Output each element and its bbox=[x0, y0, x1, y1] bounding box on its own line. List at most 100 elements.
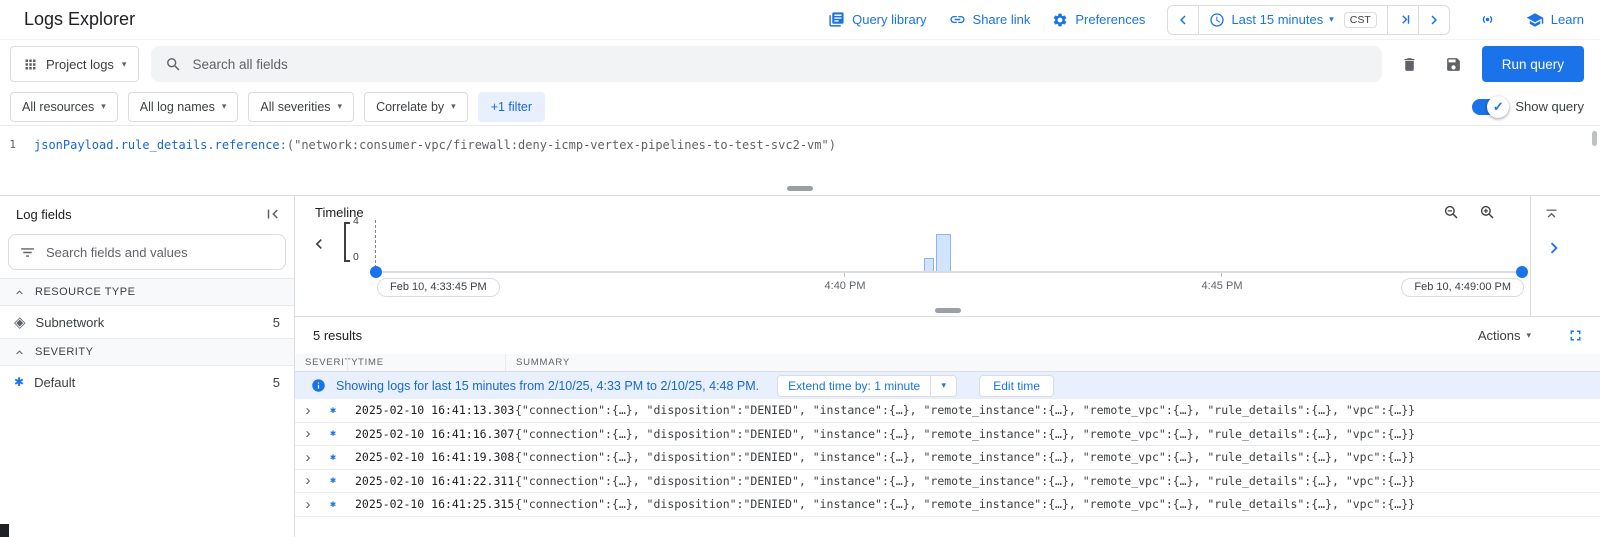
editor-scrollbar[interactable] bbox=[1592, 131, 1597, 146]
time-back-button[interactable] bbox=[1168, 5, 1198, 35]
log-fields-search[interactable] bbox=[8, 234, 286, 270]
table-row[interactable]: › ✱ 2025-02-10 16:41:16.307 {"connection… bbox=[295, 423, 1600, 447]
list-item-default-severity[interactable]: ✱ Default 5 bbox=[0, 366, 294, 398]
item-label: Subnetwork bbox=[36, 315, 105, 330]
collapse-timeline-icon[interactable] bbox=[1543, 206, 1560, 223]
range-start-pill[interactable]: Feb 10, 4:33:45 PM bbox=[377, 278, 500, 297]
scroll-corner bbox=[0, 524, 9, 537]
chevron-right-icon bbox=[1425, 11, 1443, 29]
timeline-side-controls bbox=[1530, 196, 1600, 316]
jump-to-now-button[interactable] bbox=[1388, 5, 1418, 35]
expand-row-icon[interactable]: › bbox=[295, 472, 321, 489]
column-severity: SEVERITY bbox=[295, 357, 347, 368]
extend-time-caret[interactable]: ▾ bbox=[930, 376, 956, 396]
query-field: jsonPayload.rule_details.reference bbox=[34, 138, 280, 152]
top-bar-actions: Query library Share link Preferences Las… bbox=[828, 4, 1584, 36]
table-row[interactable]: › ✱ 2025-02-10 16:41:22.311 {"connection… bbox=[295, 470, 1600, 494]
filter-resources[interactable]: All resources▾ bbox=[10, 92, 118, 122]
log-summary: {"connection":{…}, "disposition":"DENIED… bbox=[515, 497, 1600, 511]
table-row[interactable]: › ✱ 2025-02-10 16:41:19.308 {"connection… bbox=[295, 446, 1600, 470]
range-start-handle[interactable] bbox=[370, 266, 382, 278]
collapse-panel-icon[interactable] bbox=[264, 205, 282, 223]
extend-time-button[interactable]: Extend time by: 1 minute ▾ bbox=[777, 375, 957, 397]
graduation-cap-icon bbox=[1526, 11, 1544, 29]
broadcast-icon bbox=[1478, 10, 1497, 29]
time-range-banner: Showing logs for last 15 minutes from 2/… bbox=[295, 372, 1600, 399]
list-item-subnetwork[interactable]: ◈ Subnetwork 5 bbox=[0, 306, 294, 338]
show-query-toggle[interactable]: ✓ bbox=[1472, 99, 1506, 115]
timeline-baseline[interactable] bbox=[375, 271, 1522, 273]
log-scope-button[interactable]: Project logs ▾ bbox=[10, 46, 139, 82]
search-all-fields[interactable] bbox=[151, 46, 1381, 82]
actions-dropdown[interactable]: Actions ▾ bbox=[1478, 328, 1531, 343]
section-severity[interactable]: SEVERITY bbox=[0, 338, 294, 366]
timeline-scroll-right[interactable] bbox=[1543, 237, 1565, 259]
histogram-bar[interactable] bbox=[924, 258, 934, 271]
query-editor[interactable]: 1 jsonPayload.rule_details.reference:("n… bbox=[0, 125, 1600, 196]
run-query-button[interactable]: Run query bbox=[1482, 46, 1584, 82]
table-row[interactable]: › ✱ 2025-02-10 16:41:25.315 {"connection… bbox=[295, 493, 1600, 517]
range-end-handle[interactable] bbox=[1516, 266, 1528, 278]
caret-down-icon: ▾ bbox=[338, 102, 343, 111]
filter-correlate[interactable]: Correlate by▾ bbox=[364, 92, 468, 122]
extra-filter-chip[interactable]: +1 filter bbox=[478, 92, 545, 122]
timezone-badge[interactable]: CST bbox=[1344, 12, 1377, 28]
gear-icon bbox=[1052, 12, 1068, 28]
section-resource-type-label: RESOURCE TYPE bbox=[35, 286, 135, 298]
filter-log-names[interactable]: All log names▾ bbox=[128, 92, 239, 122]
timeline-resize-handle[interactable] bbox=[935, 308, 961, 313]
query-library-button[interactable]: Query library bbox=[828, 11, 926, 28]
range-end-pill[interactable]: Feb 10, 4:49:00 PM bbox=[1401, 278, 1524, 297]
timeline-scroll-left[interactable] bbox=[309, 234, 329, 257]
time-range-dropdown[interactable]: Last 15 minutes ▾ CST bbox=[1199, 12, 1386, 28]
fullscreen-icon[interactable] bbox=[1567, 327, 1584, 344]
filter-correlate-label: Correlate by bbox=[376, 100, 444, 114]
zoom-in-icon[interactable] bbox=[1478, 203, 1496, 221]
results-panel: 5 results Actions ▾ SEVERITY TIME SUMMAR… bbox=[295, 317, 1600, 537]
query-value: :("network:consumer-vpc/firewall:deny-ic… bbox=[280, 138, 836, 152]
delete-query-button[interactable] bbox=[1394, 48, 1426, 80]
log-summary: {"connection":{…}, "disposition":"DENIED… bbox=[515, 474, 1600, 488]
share-link-label: Share link bbox=[973, 12, 1031, 27]
expand-row-icon[interactable]: › bbox=[295, 449, 321, 466]
table-row[interactable]: › ✱ 2025-02-10 16:41:13.303 {"connection… bbox=[295, 399, 1600, 423]
caret-down-icon: ▾ bbox=[1526, 331, 1531, 340]
axis-tick bbox=[1221, 273, 1222, 277]
log-summary: {"connection":{…}, "disposition":"DENIED… bbox=[515, 450, 1600, 464]
log-rows: › ✱ 2025-02-10 16:41:13.303 {"connection… bbox=[295, 399, 1600, 517]
zoom-out-icon[interactable] bbox=[1442, 203, 1460, 221]
caret-down-icon: ▾ bbox=[122, 60, 127, 69]
edit-time-button[interactable]: Edit time bbox=[979, 375, 1054, 397]
learn-button[interactable]: Learn bbox=[1526, 11, 1584, 29]
log-scope-label: Project logs bbox=[46, 57, 114, 72]
time-forward-button[interactable] bbox=[1419, 5, 1449, 35]
histogram-bar[interactable] bbox=[936, 234, 951, 271]
timeline-panel: Timeline 4 0 4:40 PM 4:45 PM Feb 10, 4 bbox=[295, 196, 1600, 317]
log-timestamp: 2025-02-10 16:41:19.308 bbox=[345, 450, 515, 464]
save-query-button[interactable] bbox=[1438, 48, 1470, 80]
log-summary: {"connection":{…}, "disposition":"DENIED… bbox=[515, 427, 1600, 441]
expand-row-icon[interactable]: › bbox=[295, 425, 321, 442]
section-severity-label: SEVERITY bbox=[35, 346, 93, 358]
right-panel: Timeline 4 0 4:40 PM 4:45 PM Feb 10, 4 bbox=[295, 196, 1600, 537]
filter-resources-label: All resources bbox=[22, 100, 94, 114]
preferences-button[interactable]: Preferences bbox=[1052, 12, 1145, 28]
caret-down-icon: ▾ bbox=[941, 381, 946, 390]
editor-resize-handle[interactable] bbox=[787, 186, 813, 191]
expand-row-icon[interactable]: › bbox=[295, 496, 321, 513]
log-timestamp: 2025-02-10 16:41:22.311 bbox=[345, 474, 515, 488]
section-resource-type[interactable]: RESOURCE TYPE bbox=[0, 278, 294, 306]
share-link-button[interactable]: Share link bbox=[949, 11, 1031, 28]
y-axis-bracket bbox=[344, 222, 350, 262]
time-range-controls: Last 15 minutes ▾ CST bbox=[1167, 5, 1449, 35]
query-bar: Project logs ▾ Run query bbox=[0, 40, 1600, 88]
search-input[interactable] bbox=[192, 57, 1367, 72]
live-stream-button[interactable] bbox=[1472, 4, 1504, 36]
severity-default-icon: ✱ bbox=[321, 428, 345, 439]
log-timestamp: 2025-02-10 16:41:25.315 bbox=[345, 497, 515, 511]
query-code-line: 1 jsonPayload.rule_details.reference:("n… bbox=[0, 126, 1600, 154]
log-fields-search-input[interactable] bbox=[46, 245, 275, 260]
column-time: TIME bbox=[347, 354, 505, 371]
filter-severities[interactable]: All severities▾ bbox=[248, 92, 354, 122]
expand-row-icon[interactable]: › bbox=[295, 402, 321, 419]
